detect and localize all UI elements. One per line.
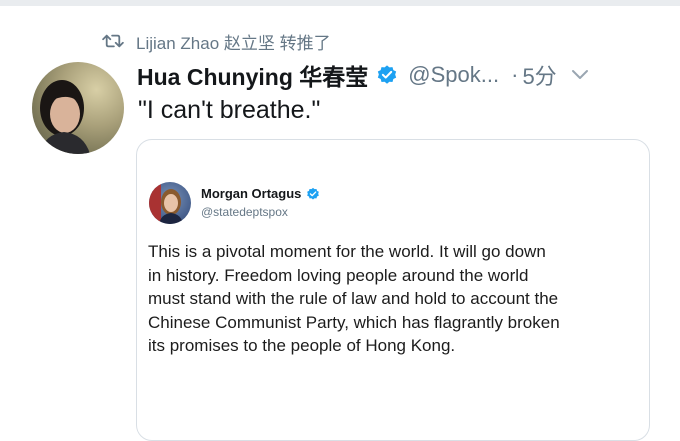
quoted-body-line: its promises to the people of Hong Kong. bbox=[148, 336, 456, 356]
retweet-context[interactable]: Lijian Zhao 赵立坚 转推了 bbox=[102, 30, 331, 53]
verified-badge-icon bbox=[378, 65, 397, 84]
quoted-author-handle[interactable]: @statedeptspox bbox=[201, 205, 288, 219]
verified-badge-icon bbox=[307, 187, 320, 200]
quoted-body-line: must stand with the rule of law and hold… bbox=[148, 289, 559, 309]
author-name[interactable]: Hua Chunying 华春莹 bbox=[137, 58, 368, 92]
tweet-header: Hua Chunying 华春莹 @Spok... · 5分 bbox=[137, 60, 660, 90]
quoted-author-row: Morgan Ortagus bbox=[201, 186, 320, 201]
retweet-label: Lijian Zhao 赵立坚 转推了 bbox=[136, 33, 331, 53]
quoted-author-avatar[interactable] bbox=[149, 182, 191, 224]
separator-dot: · bbox=[511, 62, 519, 87]
quoted-avatar-image bbox=[149, 182, 183, 224]
quoted-body-line: Chinese Communist Party, which has flagr… bbox=[148, 312, 560, 332]
quoted-tweet-body: This is a pivotal moment for the world. … bbox=[148, 240, 643, 358]
quoted-tweet-card[interactable]: Morgan Ortagus @statedeptspox This is a … bbox=[136, 139, 650, 441]
quoted-body-line: in history. Freedom loving people around… bbox=[148, 265, 529, 285]
author-handle[interactable]: @Spok... bbox=[408, 62, 499, 88]
quoted-author-name[interactable]: Morgan Ortagus bbox=[201, 186, 301, 201]
chevron-down-icon[interactable] bbox=[571, 69, 589, 81]
quoted-body-line: This is a pivotal moment for the world. … bbox=[148, 242, 546, 261]
tweet-timestamp[interactable]: 5分 bbox=[522, 59, 556, 91]
retweet-icon bbox=[102, 34, 124, 48]
tweet-text: "I can't breathe." bbox=[138, 96, 321, 124]
author-avatar-image bbox=[40, 80, 90, 154]
author-avatar[interactable] bbox=[32, 62, 124, 154]
top-divider bbox=[0, 0, 680, 6]
